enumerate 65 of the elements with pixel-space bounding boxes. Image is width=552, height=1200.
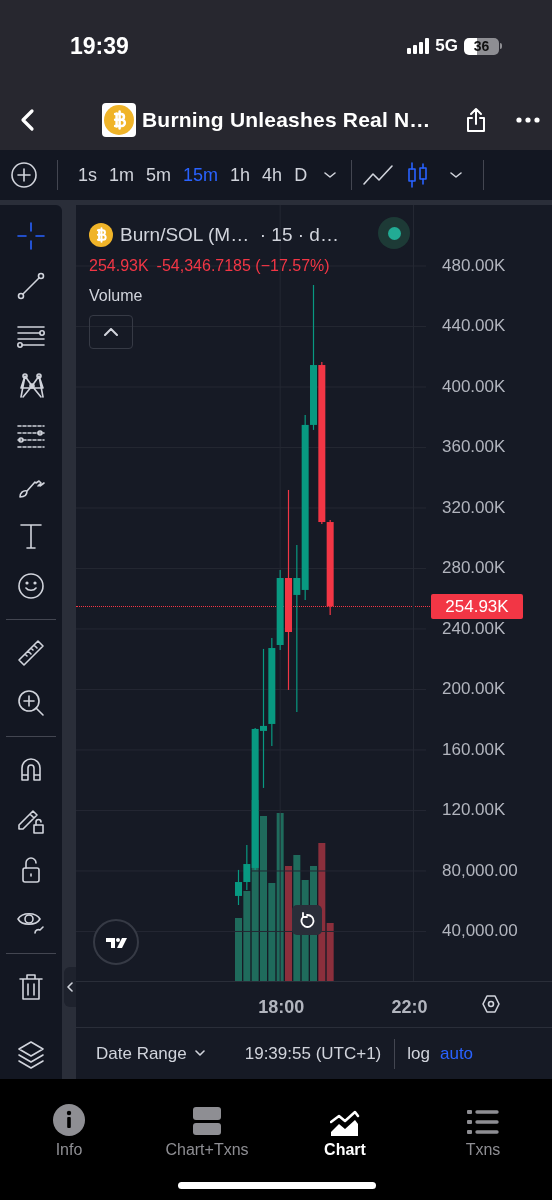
price-label: 480.00K [442,255,506,276]
collapse-handle[interactable] [64,967,76,1007]
caret-icon[interactable] [323,170,338,180]
last-price-badge: 254.93K [431,594,523,620]
settings-icon[interactable] [481,994,501,1014]
time-label: 22:0 [391,996,428,1019]
time-label: 18:00 [258,996,305,1019]
network-type: 5G [435,35,458,58]
reset-button[interactable] [292,905,322,935]
price-label: 360.00K [442,437,506,458]
price-label: 320.00K [442,497,506,518]
price-label: 240.00K [442,618,506,639]
more-icon[interactable] [516,116,540,124]
price-label: 200.00K [442,679,506,700]
symbol-title[interactable]: Burn/SOL (M… · 15 · d… [120,221,339,250]
crosshair-icon[interactable] [16,221,46,251]
add-icon[interactable] [11,162,37,188]
price-label: 40,000.00 [442,921,518,942]
share-icon[interactable] [464,107,488,133]
interval-tab[interactable]: D [288,161,314,189]
list-icon [467,1108,499,1136]
signal-icon [407,38,430,54]
collapse-button[interactable] [89,315,133,349]
info-icon [53,1104,85,1136]
zoom-in-icon[interactable] [16,688,46,718]
split-view-icon [193,1106,221,1136]
chevron-up-icon [104,328,118,336]
indicator-label: Volume [89,286,143,306]
nav-tab[interactable]: Txns [414,1096,552,1160]
trend-line-icon[interactable] [16,271,46,301]
interval-tab[interactable]: 1s [72,161,103,189]
reset-icon [299,912,315,928]
coin-icon [89,223,113,248]
interval-tab[interactable]: 5m [140,161,178,189]
ruler-icon[interactable] [16,638,46,668]
layers-icon[interactable] [16,1039,46,1069]
nav-tab[interactable]: Chart+Txns [138,1096,276,1160]
caret-icon[interactable] [449,170,464,180]
clock-time: 19:39 [70,31,129,61]
area-chart-icon [330,1108,360,1136]
price-label: 80,000.00 [442,860,518,881]
price-label: 280.00K [442,558,506,579]
price-value: 254.93K [89,256,149,276]
interval-tab[interactable]: 15m [177,161,225,189]
price-label: 440.00K [442,316,506,337]
date-range-dropdown[interactable]: Date Range [96,1040,205,1067]
candles-icon[interactable] [406,162,430,188]
page-title: Burning Unleashes Real N… [142,107,431,134]
current-time: 19:39:55 (UTC+1) [244,1042,382,1065]
chevron-icon [67,982,73,992]
interval-tab[interactable]: 4h [256,161,289,189]
caret-icon [194,1050,205,1057]
price-label: 160.00K [442,739,506,760]
interval-tab[interactable]: 1h [224,161,257,189]
nav-tab[interactable]: Info [0,1096,138,1160]
price-label: 120.00K [442,800,506,821]
scale-toggle[interactable]: log [407,1040,430,1067]
scale-toggle[interactable]: auto [439,1040,474,1067]
emoji-icon[interactable] [16,571,46,601]
line-chart-icon[interactable] [362,162,395,188]
price-change: -54,346.7185 (−17.57%) [156,256,330,276]
interval-tab[interactable]: 1m [103,161,141,189]
trash-icon[interactable] [16,972,46,1002]
nav-tab[interactable]: Chart [276,1096,414,1160]
price-label: 400.00K [442,376,506,397]
